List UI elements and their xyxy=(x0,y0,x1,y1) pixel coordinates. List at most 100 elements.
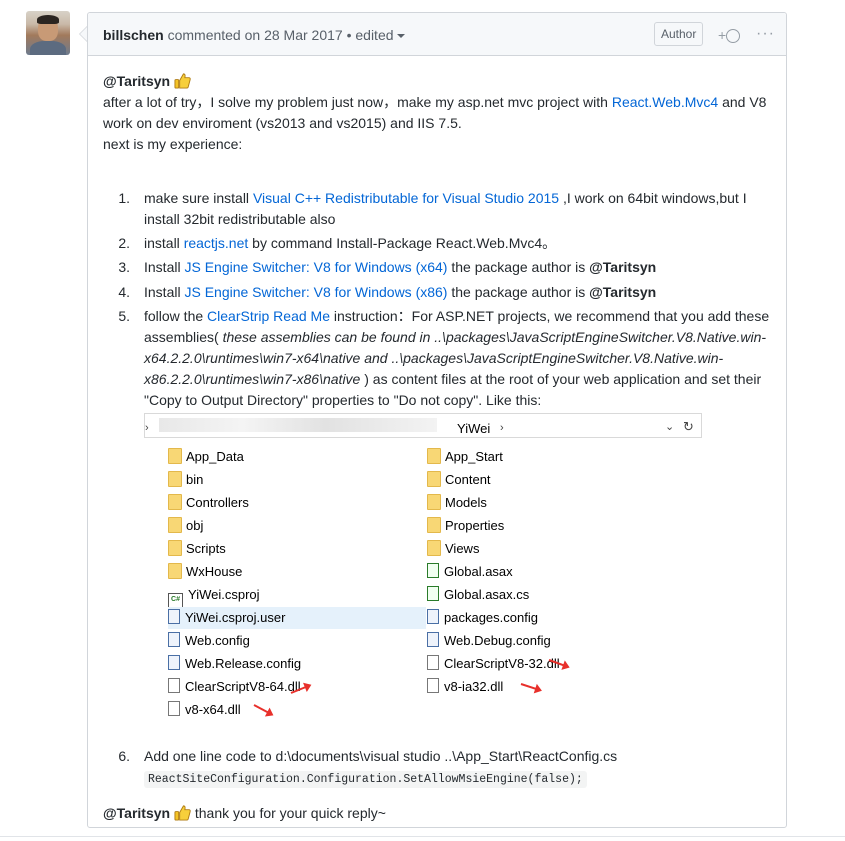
smiley-icon xyxy=(726,29,741,43)
comment-body: @Taritsyn after a lot of try，I solve my … xyxy=(103,71,775,821)
file-item[interactable]: App_Start xyxy=(427,446,509,468)
mention-link[interactable]: @Taritsyn xyxy=(103,805,170,821)
v8-x86-link[interactable]: JS Engine Switcher: V8 for Windows (x86) xyxy=(184,284,447,300)
file-item[interactable]: Properties xyxy=(427,515,510,537)
avatar-body xyxy=(30,41,66,55)
file-item[interactable]: v8-x64.dll xyxy=(168,699,247,721)
file-item[interactable]: v8-ia32.dll xyxy=(427,676,509,698)
chevron-down-icon[interactable]: ⌄ xyxy=(665,417,674,438)
step-text: Install JS Engine Switcher: V8 for Windo… xyxy=(144,257,786,278)
file-item[interactable]: C# YiWei.csproj xyxy=(168,584,266,608)
mention-link[interactable]: @Taritsyn xyxy=(589,284,656,300)
comment-pointer-inner xyxy=(80,27,87,41)
step-pre: Install xyxy=(144,259,185,275)
file-name: Global.asax.cs xyxy=(444,587,530,602)
file-name: Views xyxy=(445,541,480,556)
file-item[interactable]: YiWei.csproj.user xyxy=(168,607,426,629)
address-bar[interactable]: › YiWei › ⌄ ↻ xyxy=(144,413,702,438)
refresh-icon[interactable]: ↻ xyxy=(683,416,694,437)
folder-icon xyxy=(168,540,182,556)
step-pre: Add one line code to d:\documents\visual… xyxy=(144,748,618,764)
file-item[interactable]: Global.asax xyxy=(427,561,519,583)
dll-file-icon xyxy=(168,678,180,693)
address-segment[interactable]: YiWei xyxy=(457,418,490,439)
edited-label: edited xyxy=(355,27,394,43)
file-item[interactable]: Web.Debug.config xyxy=(427,630,557,652)
v8-x64-link[interactable]: JS Engine Switcher: V8 for Windows (x64) xyxy=(184,259,447,275)
step-pre: Install xyxy=(144,284,185,300)
comment-action: commented on xyxy=(167,27,261,43)
step-text: follow the ClearStrip Read Me instructio… xyxy=(144,306,786,411)
file-item[interactable]: ClearScriptV8-32.dll xyxy=(427,653,566,675)
edited-menu[interactable]: edited xyxy=(355,27,405,43)
file-item[interactable]: Scripts xyxy=(168,538,232,560)
chevron-down-icon xyxy=(396,34,405,39)
file-item[interactable]: packages.config xyxy=(427,607,544,629)
dll-file-icon xyxy=(168,701,180,716)
config-file-icon xyxy=(427,609,439,624)
step-pre: install xyxy=(144,235,184,251)
react-web-mvc4-link[interactable]: React.Web.Mvc4 xyxy=(612,94,718,110)
file-item[interactable]: Content xyxy=(427,469,497,491)
file-name: packages.config xyxy=(444,610,538,625)
file-item[interactable]: Web.Release.config xyxy=(168,653,307,675)
file-name: App_Data xyxy=(186,449,244,464)
file-name: Controllers xyxy=(186,495,249,510)
asax-file-icon xyxy=(427,563,439,578)
code-snippet: ReactSiteConfiguration.Configuration.Set… xyxy=(144,771,587,788)
file-name: Models xyxy=(445,495,487,510)
comment-box: billschen commented on 28 Mar 2017 • edi… xyxy=(87,12,787,828)
file-item[interactable]: WxHouse xyxy=(168,561,248,583)
vc-redist-link[interactable]: Visual C++ Redistributable for Visual St… xyxy=(253,190,563,206)
file-item[interactable]: App_Data xyxy=(168,446,250,468)
separator-dot: • xyxy=(346,27,352,43)
closing-text: thank you for your quick reply~ xyxy=(190,805,386,821)
file-item[interactable]: Views xyxy=(427,538,485,560)
add-reaction-button[interactable]: + xyxy=(718,27,741,43)
file-name: Web.config xyxy=(185,633,250,648)
more-options-button[interactable]: ··· xyxy=(756,25,775,43)
chevron-right-icon: › xyxy=(145,422,149,434)
step-text: install reactjs.net by command Install-P… xyxy=(144,233,786,254)
step-pre: follow the xyxy=(144,308,208,324)
file-item[interactable]: Web.config xyxy=(168,630,256,652)
intro-text-1: after a lot of try，I solve my problem ju… xyxy=(103,94,612,110)
file-name: Content xyxy=(445,472,491,487)
step-number: 6. xyxy=(118,748,130,764)
mention-link[interactable]: @Taritsyn xyxy=(103,73,170,89)
file-item[interactable]: obj xyxy=(168,515,209,537)
dll-file-icon xyxy=(427,678,439,693)
page-divider xyxy=(0,836,845,837)
mention-link[interactable]: @Taritsyn xyxy=(589,259,656,275)
file-name: v8-x64.dll xyxy=(185,702,241,717)
step-post: the package author is xyxy=(447,284,590,300)
author-badge: Author xyxy=(654,22,704,46)
avatar-hair xyxy=(37,15,59,24)
step-post: by command Install-Package React.Web.Mvc… xyxy=(248,235,557,251)
file-name: Scripts xyxy=(186,541,226,556)
file-item[interactable]: ClearScriptV8-64.dll xyxy=(168,676,307,698)
intro-paragraph: after a lot of try，I solve my problem ju… xyxy=(103,92,775,155)
red-arrow-annotation xyxy=(520,683,541,692)
thumbs-up-icon xyxy=(174,73,191,89)
file-item[interactable]: Global.asax.cs xyxy=(427,584,535,606)
file-item[interactable]: bin xyxy=(168,469,209,491)
comment-date[interactable]: 28 Mar 2017 xyxy=(264,27,343,43)
step-number: 4. xyxy=(118,284,130,300)
reactjs-net-link[interactable]: reactjs.net xyxy=(184,235,249,251)
blurred-path xyxy=(159,418,437,432)
comment-meta: billschen commented on 28 Mar 2017 • edi… xyxy=(103,27,405,43)
config-file-icon xyxy=(168,655,180,670)
file-item[interactable]: Models xyxy=(427,492,493,514)
csproj-file-icon: C# xyxy=(168,593,183,608)
file-name: YiWei.csproj.user xyxy=(185,610,286,625)
step-text: Add one line code to d:\documents\visual… xyxy=(144,746,786,790)
intro-mention-line: @Taritsyn xyxy=(103,71,775,92)
file-name: ClearScriptV8-64.dll xyxy=(185,679,301,694)
step-post: the package author is xyxy=(447,259,590,275)
folder-icon xyxy=(168,494,182,510)
clearscript-readme-link[interactable]: ClearStrip Read Me xyxy=(207,308,330,324)
avatar[interactable] xyxy=(26,11,70,55)
file-item[interactable]: Controllers xyxy=(168,492,255,514)
comment-author[interactable]: billschen xyxy=(103,27,164,43)
